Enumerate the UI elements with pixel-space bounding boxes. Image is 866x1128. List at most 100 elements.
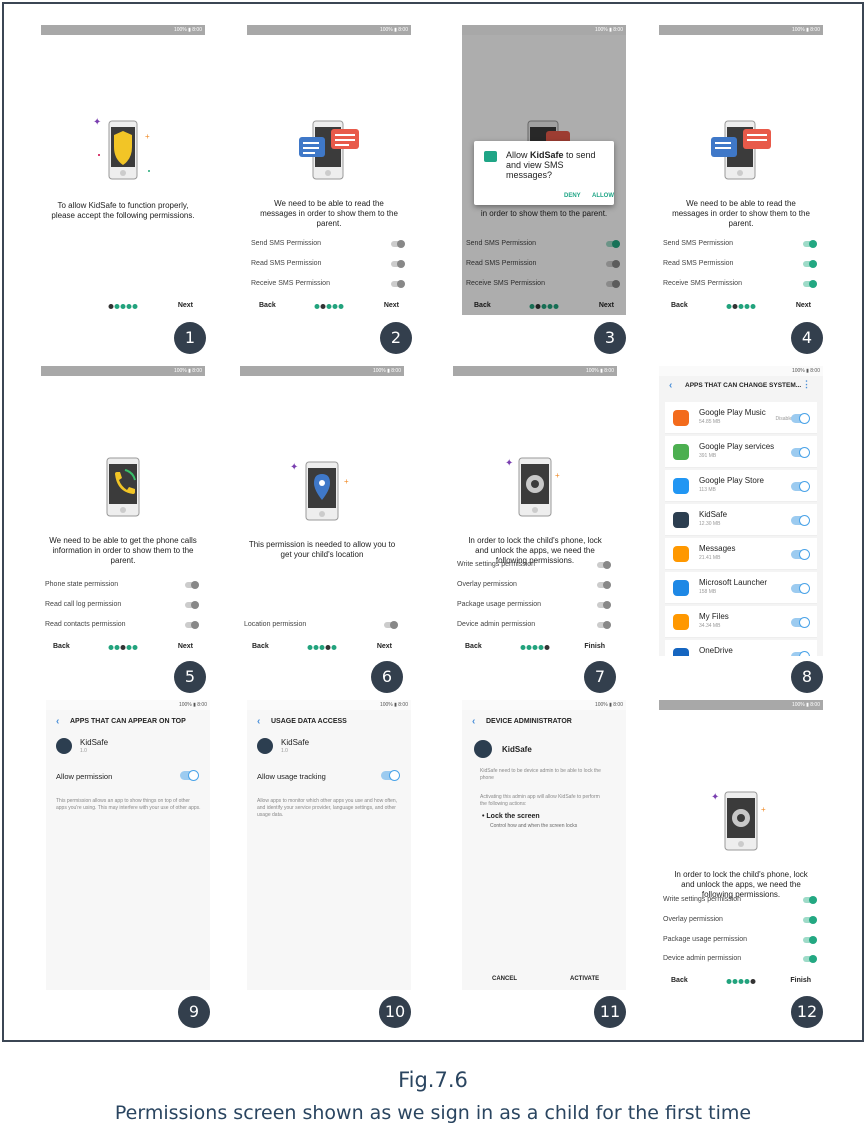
app-permission-toggle[interactable] [791, 447, 810, 458]
usage-tracking-toggle[interactable] [381, 770, 400, 781]
back-button[interactable]: Back [259, 302, 276, 309]
app-permission-toggle[interactable] [791, 515, 810, 526]
permission-row: Phone state permission [41, 580, 205, 592]
permission-toggle[interactable] [391, 240, 405, 248]
finish-button[interactable]: Finish [790, 977, 811, 984]
permission-label: Receive SMS Permission [251, 280, 330, 287]
activate-button[interactable]: ACTIVATE [570, 976, 599, 982]
step-badge-3: 3 [594, 322, 626, 354]
app-size: 34.34 MB [699, 623, 721, 629]
back-button[interactable]: Back [671, 977, 688, 984]
permission-toggle[interactable] [803, 896, 817, 904]
page-title: USAGE DATA ACCESS [271, 718, 347, 725]
kidsafe-app-icon [257, 738, 273, 754]
app-header: KidSafe 1.0 [257, 736, 397, 756]
permission-toggle[interactable] [597, 581, 611, 589]
app-icon [673, 614, 689, 630]
back-chevron-icon[interactable]: ‹ [669, 380, 672, 391]
back-button[interactable]: Back [252, 643, 269, 650]
permission-toggle[interactable] [803, 240, 817, 248]
page-indicator [726, 979, 756, 984]
app-row[interactable]: KidSafe 12.30 MB [665, 504, 817, 536]
app-row[interactable]: Google Play Music 54.85 MB Disabled [665, 402, 817, 434]
next-button[interactable]: Next [796, 302, 811, 309]
cancel-button[interactable]: CANCEL [492, 976, 517, 982]
back-button[interactable]: Back [671, 302, 688, 309]
screen-12: 100% ▮ 8:00 ✦ + In order to lock the chi… [659, 700, 823, 990]
app-size: 391 MB [699, 453, 717, 459]
app-row[interactable]: My Files 34.34 MB [665, 606, 817, 638]
permission-row: Read call log permission [41, 600, 205, 612]
permission-toggle[interactable] [597, 621, 611, 629]
usage-description: Allow apps to monitor which other apps y… [257, 798, 398, 818]
permission-toggle[interactable] [185, 581, 199, 589]
location-phone-illustration: ✦ + [290, 461, 349, 521]
permission-toggle[interactable] [803, 916, 817, 924]
app-permission-toggle[interactable] [791, 549, 810, 560]
app-permission-toggle[interactable] [791, 583, 810, 594]
app-row[interactable]: Google Play services 391 MB [665, 436, 817, 468]
back-chevron-icon[interactable]: ‹ [56, 716, 59, 727]
permission-label: Receive SMS Permission [663, 280, 742, 287]
figure-caption: Permissions screen shown as we sign in a… [114, 1102, 752, 1124]
settings-header: ‹ APPS THAT CAN APPEAR ON TOP [46, 710, 210, 736]
screen-2: 100% ▮ 8:00 We need to be able to read t… [247, 25, 411, 315]
screen-11: 100% ▮ 8:00 ‹ DEVICE ADMINISTRATOR KidSa… [462, 700, 626, 990]
app-name: OneDrive [699, 646, 733, 655]
page-title: APPS THAT CAN CHANGE SYSTEM... [685, 382, 802, 389]
screen-7: 100% ▮ 8:00 ✦ + In order to lock the chi… [453, 366, 617, 656]
bottom-nav: Next [41, 301, 205, 313]
bottom-nav: Back Next [659, 301, 823, 313]
permission-toggle[interactable] [597, 601, 611, 609]
screen-10: 100% ▮ 8:00 ‹ USAGE DATA ACCESS KidSafe … [247, 700, 411, 990]
next-button[interactable]: Next [377, 643, 392, 650]
app-row[interactable]: Messages 21.41 MB [665, 538, 817, 570]
permission-toggle[interactable] [597, 561, 611, 569]
back-chevron-icon[interactable]: ‹ [472, 716, 475, 727]
permission-toggle[interactable] [391, 280, 405, 288]
permission-row: Read SMS Permission [247, 259, 411, 271]
app-row[interactable]: Google Play Store 113 MB [665, 470, 817, 502]
screen-4: 100% ▮ 8:00 We need to be able to read t… [659, 25, 823, 315]
permission-toggle[interactable] [185, 621, 199, 629]
permission-toggle[interactable] [384, 621, 398, 629]
more-options-icon[interactable]: ⋮ [802, 379, 811, 390]
permission-toggle[interactable] [803, 260, 817, 268]
app-row[interactable]: OneDrive [665, 640, 817, 656]
deny-button[interactable]: DENY [564, 193, 581, 199]
permission-toggle[interactable] [185, 601, 199, 609]
permission-toggle[interactable] [803, 936, 817, 944]
permission-row: Read contacts permission [41, 620, 205, 632]
app-permission-toggle[interactable] [791, 481, 810, 492]
next-button[interactable]: Next [384, 302, 399, 309]
permission-row: Send SMS Permission [247, 239, 411, 251]
app-permission-toggle[interactable] [791, 651, 810, 656]
permission-row: Package usage permission [453, 600, 617, 612]
permission-toggle[interactable] [803, 955, 817, 963]
back-button[interactable]: Back [465, 643, 482, 650]
finish-button[interactable]: Finish [584, 643, 605, 650]
permission-row: Device admin permission [453, 620, 617, 632]
usage-tracking-label: Allow usage tracking [257, 772, 326, 781]
app-name: Google Play Music [699, 408, 766, 417]
back-button[interactable]: Back [53, 643, 70, 650]
permission-label: Package usage permission [457, 601, 542, 608]
app-permission-toggle[interactable] [791, 617, 810, 628]
permission-row: Read SMS Permission [659, 259, 823, 271]
status-bar: 100% ▮ 8:00 [41, 366, 205, 376]
permission-toggle[interactable] [391, 260, 405, 268]
next-button[interactable]: Next [178, 302, 193, 309]
step-badge-8: 8 [791, 661, 823, 693]
app-icon [673, 648, 689, 656]
settings-header: ‹ USAGE DATA ACCESS [247, 710, 411, 736]
allow-button[interactable]: ALLOW [592, 193, 614, 199]
dialog-message: Allow KidSafe to send and view SMS messa… [506, 150, 606, 180]
app-row[interactable]: Microsoft Launcher 158 MB [665, 572, 817, 604]
allow-permission-toggle[interactable] [180, 770, 199, 781]
permission-toggle[interactable] [803, 280, 817, 288]
back-chevron-icon[interactable]: ‹ [257, 716, 260, 727]
next-button[interactable]: Next [178, 643, 193, 650]
permission-description: This permission allows an app to show th… [56, 798, 201, 811]
app-permission-toggle[interactable] [791, 413, 810, 424]
bottom-nav: Back Finish [659, 976, 823, 988]
